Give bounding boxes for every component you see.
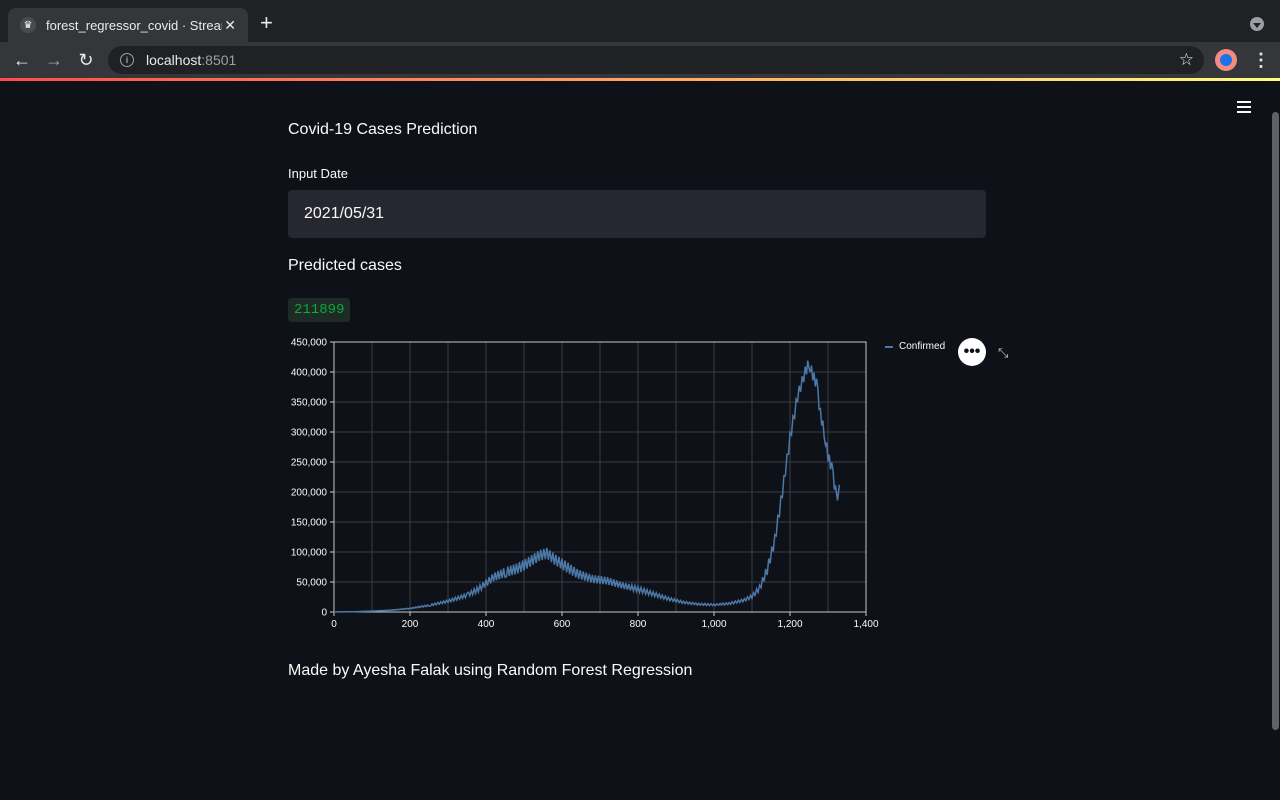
hamburger-menu-icon[interactable]	[1237, 101, 1251, 113]
streamlit-favicon-icon: ♛	[20, 17, 36, 33]
x-tick-label: 1,200	[777, 619, 802, 630]
chart-legend: Confirmed	[885, 341, 945, 352]
input-date-label: Input Date	[288, 166, 348, 181]
address-bar[interactable]: i localhost:8501 ☆	[108, 46, 1204, 74]
y-tick-label: 350,000	[291, 398, 328, 409]
fullscreen-expand-icon[interactable]: ⤡	[998, 345, 1014, 361]
y-tick-label: 100,000	[291, 548, 328, 559]
legend-swatch	[885, 345, 893, 348]
browser-menu-icon[interactable]: ⋮	[1252, 50, 1270, 70]
y-tick-label: 250,000	[291, 458, 328, 469]
url-host: localhost	[146, 52, 202, 68]
info-icon[interactable]: i	[120, 53, 134, 67]
forward-icon[interactable]: →	[42, 48, 66, 72]
browser-tab-strip: ♛ forest_regressor_covid · Streamlit ✕ +	[0, 0, 1280, 42]
footer-credit: Made by Ayesha Falak using Random Forest…	[288, 662, 693, 679]
y-tick-label: 300,000	[291, 428, 328, 439]
browser-toolbar: ← → ↻ i localhost:8501 ☆	[0, 42, 1280, 78]
profile-avatar[interactable]	[1215, 49, 1237, 71]
bookmark-star-icon[interactable]: ☆	[1179, 50, 1194, 70]
x-tick-label: 600	[554, 619, 571, 630]
y-tick-label: 0	[321, 608, 327, 619]
date-input[interactable]	[288, 190, 986, 238]
browser-tab[interactable]: ♛ forest_regressor_covid · Streamlit ✕	[8, 8, 248, 42]
x-tick-label: 400	[478, 619, 495, 630]
page-title: Covid-19 Cases Prediction	[288, 121, 478, 138]
x-tick-label: 0	[331, 619, 337, 630]
predicted-cases-title: Predicted cases	[288, 257, 402, 274]
x-tick-label: 200	[402, 619, 419, 630]
y-tick-label: 150,000	[291, 518, 328, 529]
confirmed-cases-chart[interactable]: 0 200 400 600 800 1,000 1,200 1,400 0 50,000 100,0…	[280, 330, 880, 640]
tab-search-icon[interactable]	[1250, 17, 1264, 31]
legend-label: Confirmed	[899, 341, 946, 352]
avatar-image	[1220, 54, 1232, 66]
url-port: :8501	[201, 52, 237, 68]
tab-title: forest_regressor_covid · Streamlit	[46, 17, 222, 33]
y-tick-label: 50,000	[296, 578, 327, 589]
chart-more-options-button[interactable]: •••	[958, 338, 986, 366]
back-icon[interactable]: ←	[10, 48, 34, 72]
scrollbar[interactable]	[1272, 112, 1279, 730]
reload-icon[interactable]: ↻	[74, 48, 98, 72]
y-tick-label: 200,000	[291, 488, 328, 499]
y-tick-label: 450,000	[291, 338, 328, 349]
predicted-cases-value: 211899	[288, 298, 351, 322]
x-tick-label: 1,000	[701, 619, 726, 630]
streamlit-decoration-bar	[0, 78, 1280, 81]
y-tick-label: 400,000	[291, 368, 328, 379]
x-tick-label: 1,400	[853, 619, 878, 630]
new-tab-icon[interactable]: +	[260, 12, 273, 34]
close-icon[interactable]: ✕	[224, 17, 236, 34]
x-tick-label: 800	[630, 619, 647, 630]
